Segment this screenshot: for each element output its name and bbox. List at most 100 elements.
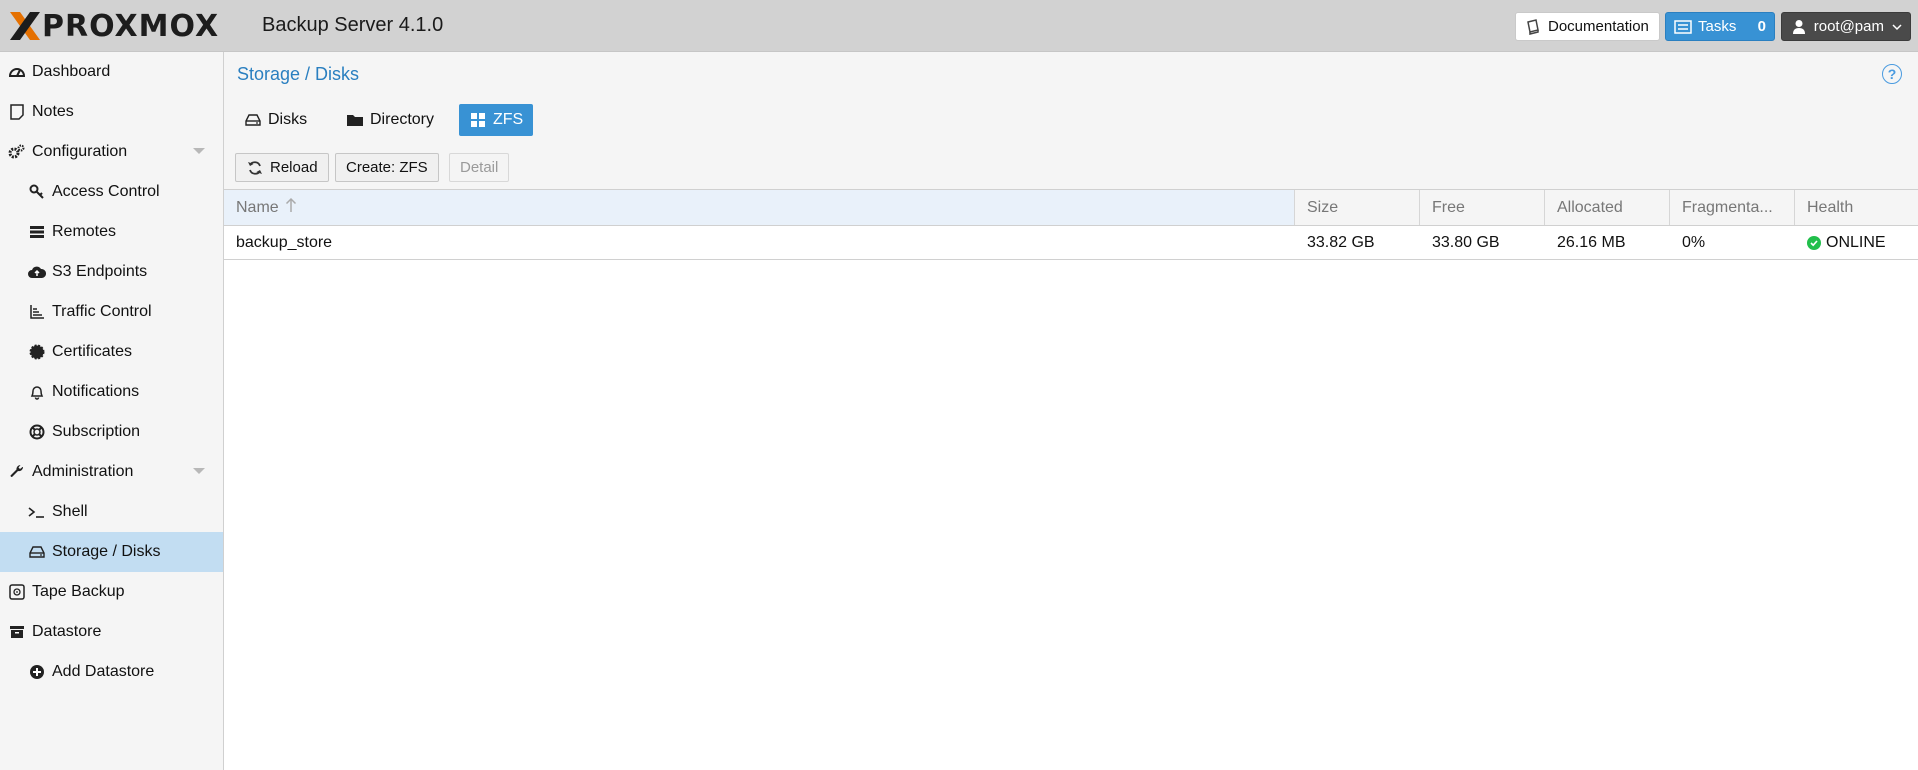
cell-size: 33.82 GB <box>1307 233 1375 251</box>
content-header: Storage / Disks ? Disks Directory ZFS <box>224 52 1918 145</box>
user-icon <box>1790 18 1808 36</box>
sidebar-item-label: Administration <box>32 463 134 480</box>
documentation-label: Documentation <box>1548 18 1649 35</box>
sidebar-item-label: Datastore <box>32 623 102 640</box>
book-icon <box>1524 18 1542 36</box>
sidebar-item-label: Subscription <box>52 423 141 440</box>
hdd-icon <box>28 543 46 561</box>
sidebar-item-notifications[interactable]: Notifications <box>0 372 223 412</box>
help-icon[interactable]: ? <box>1882 64 1902 84</box>
collapse-caret-icon[interactable] <box>193 468 205 474</box>
column-header-name[interactable]: Name <box>224 190 1295 225</box>
tab-label: Disks <box>268 111 308 128</box>
create-zfs-button[interactable]: Create: ZFS <box>335 153 439 182</box>
server-icon <box>28 223 46 241</box>
cell-health: ONLINE <box>1795 226 1918 259</box>
sidebar-item-tape-backup[interactable]: Tape Backup <box>0 572 223 612</box>
logo-text: PROXMOX <box>42 8 220 44</box>
terminal-icon <box>28 503 46 521</box>
sidebar-item-label: Tape Backup <box>32 583 125 600</box>
reload-label: Reload <box>270 159 318 176</box>
chevron-down-icon <box>1892 18 1902 35</box>
page-title: Storage / Disks <box>237 64 360 84</box>
sidebar-item-label: Access Control <box>52 183 160 200</box>
create-zfs-label: Create: ZFS <box>346 159 428 176</box>
sidebar-item-notes[interactable]: Notes <box>0 92 223 132</box>
sidebar-item-access-control[interactable]: Access Control <box>0 172 223 212</box>
sidebar-item-label: Traffic Control <box>52 303 152 320</box>
column-header-fragmentation[interactable]: Fragmenta... <box>1670 190 1795 225</box>
dashboard-icon <box>8 63 26 81</box>
collapse-caret-icon[interactable] <box>193 148 205 154</box>
documentation-button[interactable]: Documentation <box>1515 12 1660 41</box>
tasks-button[interactable]: Tasks 0 <box>1665 12 1775 41</box>
column-label: Free <box>1432 198 1465 216</box>
cloud-upload-icon <box>28 263 46 281</box>
sidebar-item-traffic-control[interactable]: Traffic Control <box>0 292 223 332</box>
sidebar-item-label: Storage / Disks <box>52 543 161 560</box>
cell-free: 33.80 GB <box>1432 233 1500 251</box>
cell-name: backup_store <box>236 233 333 251</box>
life-ring-icon <box>28 423 46 441</box>
column-header-size[interactable]: Size <box>1295 190 1420 225</box>
column-label: Health <box>1807 198 1854 216</box>
product-title: Backup Server 4.1.0 <box>262 14 444 36</box>
certificate-icon <box>28 343 46 361</box>
sidebar-item-add-datastore[interactable]: Add Datastore <box>0 652 223 692</box>
column-label: Fragmenta... <box>1682 198 1773 216</box>
sidebar-item-label: Remotes <box>52 223 117 240</box>
folder-icon <box>346 111 364 129</box>
sidebar-item-datastore[interactable]: Datastore <box>0 612 223 652</box>
sidebar-item-remotes[interactable]: Remotes <box>0 212 223 252</box>
bar-chart-icon <box>28 303 46 321</box>
column-label: Name <box>236 198 279 216</box>
toolbar: Reload Create: ZFS Detail <box>224 144 1918 190</box>
reload-button[interactable]: Reload <box>235 153 329 182</box>
column-header-health[interactable]: Health <box>1795 190 1918 225</box>
tab-zfs[interactable]: ZFS <box>459 104 534 136</box>
sidebar-item-administration[interactable]: Administration <box>0 452 223 492</box>
key-icon <box>28 183 46 201</box>
wrench-icon <box>8 463 26 481</box>
sidebar-item-label: Dashboard <box>32 63 111 80</box>
list-icon <box>1674 18 1692 36</box>
tab-directory[interactable]: Directory <box>336 104 444 136</box>
archive-icon <box>8 623 26 641</box>
health-status: ONLINE <box>1826 233 1886 251</box>
plus-circle-icon <box>28 663 46 681</box>
proxmox-x-icon <box>10 12 40 40</box>
tasks-label: Tasks <box>1698 18 1737 35</box>
sidebar: Dashboard Notes Configuration Access Con… <box>0 52 224 770</box>
tab-disks[interactable]: Disks <box>234 104 317 136</box>
tab-label: Directory <box>370 111 435 128</box>
sidebar-item-label: Notifications <box>52 383 140 400</box>
tasks-count-badge: 0 <box>1757 18 1766 35</box>
top-bar: PROXMOX Backup Server 4.1.0 Documentatio… <box>0 0 1918 52</box>
cell-fragmentation: 0% <box>1682 233 1706 251</box>
sidebar-item-s3-endpoints[interactable]: S3 Endpoints <box>0 252 223 292</box>
sidebar-item-label: Certificates <box>52 343 133 360</box>
sidebar-item-label: Shell <box>52 503 88 520</box>
refresh-icon <box>246 159 264 177</box>
column-header-free[interactable]: Free <box>1420 190 1545 225</box>
sidebar-item-configuration[interactable]: Configuration <box>0 132 223 172</box>
sidebar-item-dashboard[interactable]: Dashboard <box>0 52 223 92</box>
sort-ascending-icon <box>285 197 297 218</box>
sidebar-item-subscription[interactable]: Subscription <box>0 412 223 452</box>
sidebar-item-shell[interactable]: Shell <box>0 492 223 532</box>
sidebar-item-certificates[interactable]: Certificates <box>0 332 223 372</box>
detail-label: Detail <box>460 159 499 176</box>
tape-icon <box>8 583 26 601</box>
check-circle-icon <box>1807 235 1821 250</box>
notes-icon <box>8 103 26 121</box>
user-label: root@pam <box>1813 18 1884 35</box>
table-row[interactable]: backup_store 33.82 GB 33.80 GB 26.16 MB … <box>224 226 1918 260</box>
proxmox-logo: PROXMOX <box>8 8 219 44</box>
column-label: Size <box>1307 198 1339 216</box>
sidebar-item-label: Add Datastore <box>52 663 155 680</box>
detail-button[interactable]: Detail <box>449 153 510 182</box>
column-header-allocated[interactable]: Allocated <box>1545 190 1670 225</box>
user-menu-button[interactable]: root@pam <box>1781 12 1911 41</box>
main-content: Storage / Disks ? Disks Directory ZFS Re… <box>224 52 1918 770</box>
sidebar-item-storage-disks[interactable]: Storage / Disks <box>0 532 223 572</box>
